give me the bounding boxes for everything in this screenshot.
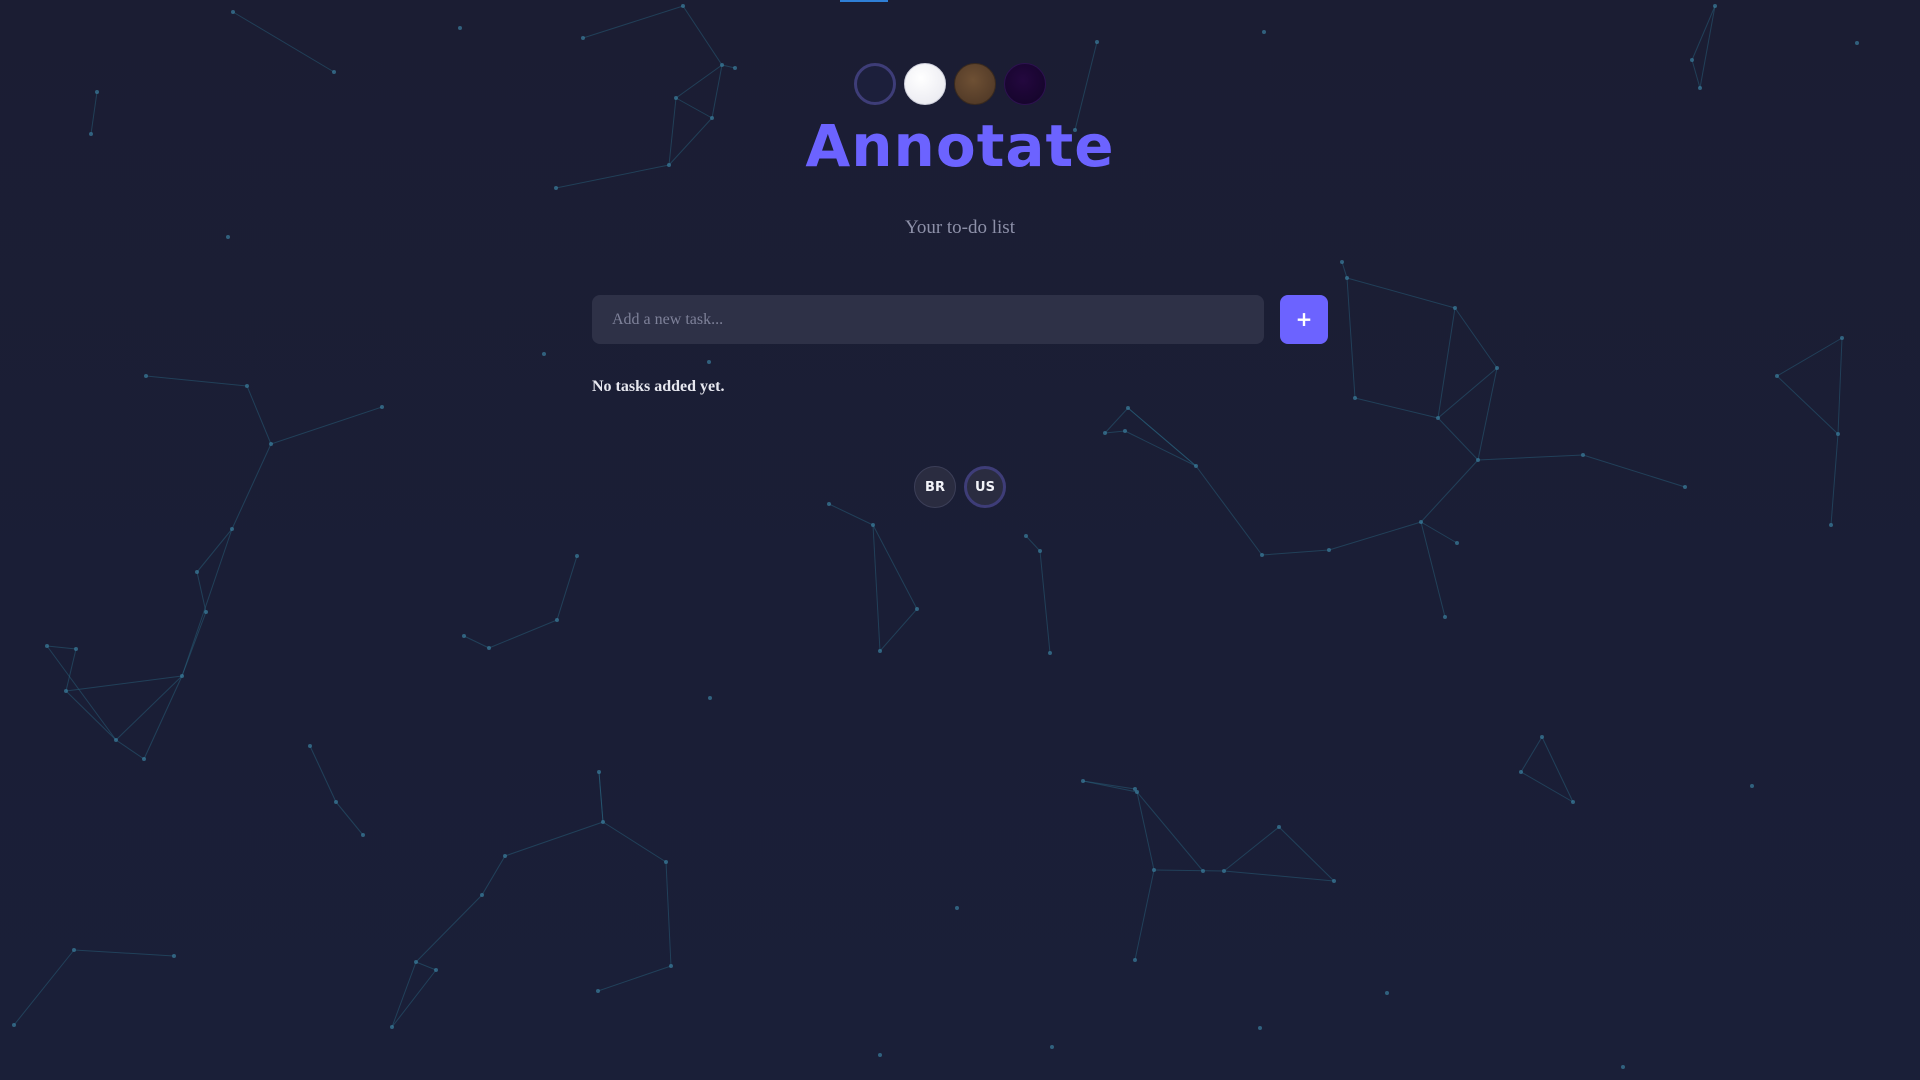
theme-light-button[interactable]	[904, 63, 946, 105]
top-indicator-bar	[840, 0, 888, 2]
theme-switcher	[0, 63, 1910, 105]
language-switcher: BR US	[0, 466, 1920, 508]
language-us-button[interactable]: US	[964, 466, 1006, 508]
theme-purple-button[interactable]	[1004, 63, 1046, 105]
empty-task-message: No tasks added yet.	[592, 378, 725, 395]
theme-brown-button[interactable]	[954, 63, 996, 105]
new-task-input[interactable]	[592, 295, 1264, 344]
app-subtitle: Your to-do list	[905, 217, 1015, 238]
app-title: Annotate	[805, 112, 1115, 180]
add-task-button[interactable]: +	[1280, 295, 1328, 344]
task-form: +	[592, 295, 1328, 344]
theme-dark-button[interactable]	[854, 63, 896, 105]
language-br-button[interactable]: BR	[914, 466, 956, 508]
